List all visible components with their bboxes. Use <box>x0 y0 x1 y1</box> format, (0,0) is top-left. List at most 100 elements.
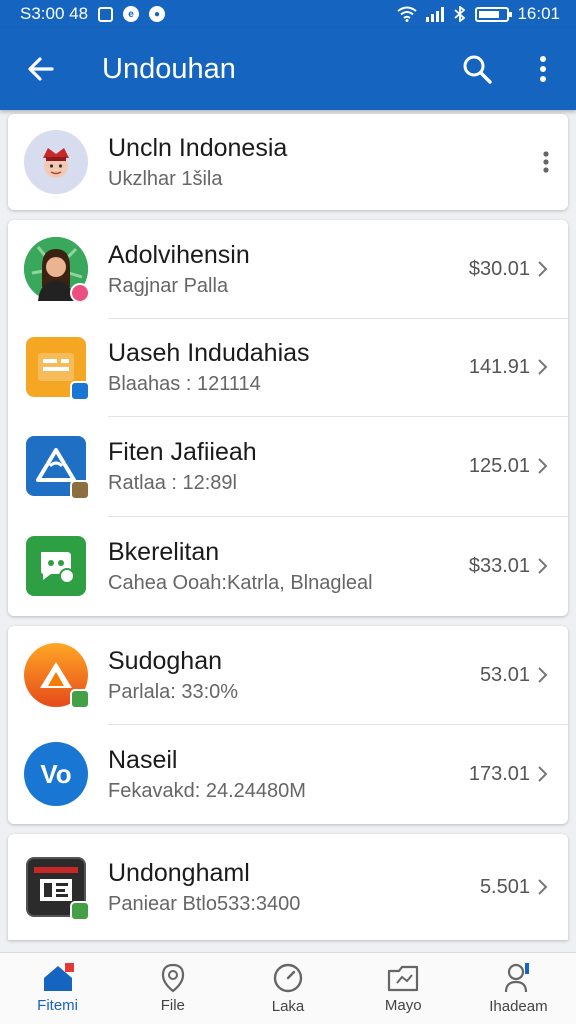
chat-app-icon <box>26 536 86 596</box>
chevron-right-icon <box>538 667 548 683</box>
nav-item-laka[interactable]: Laka <box>230 953 345 1024</box>
wifi-icon <box>397 6 418 22</box>
list-item-value: 5.501 <box>479 875 530 898</box>
blue-badge-icon <box>70 381 90 401</box>
list-item[interactable]: Undonghaml Paniear Btlo533:3400 5.501 <box>8 834 568 940</box>
notification-ring-icon: ● <box>149 6 166 22</box>
list-item-value: $33.01 <box>468 554 530 577</box>
folder-icon <box>388 965 419 992</box>
avatar <box>24 643 90 709</box>
brown-badge-icon <box>70 480 90 500</box>
list-item-title: Undonghaml <box>108 858 250 887</box>
account-text: Uncln Indonesia Ukzlhar 1šila <box>108 134 542 191</box>
nav-label: Mayo <box>384 997 422 1014</box>
list-item-value: 125.01 <box>468 454 530 477</box>
status-left-text: S3:00 48 <box>20 4 89 23</box>
avatar <box>24 237 90 303</box>
status-left: S3:00 48 e ● <box>20 4 166 24</box>
list-item-subtitle: Cahea Ooah:Katrla, Blnagleal <box>108 571 373 594</box>
list-item-value: $30.01 <box>468 257 530 280</box>
list-item-title: Bkerelitan <box>108 537 220 566</box>
list-item-subtitle: Fekavakd: 24.24480M <box>108 779 306 802</box>
avatar <box>24 855 90 921</box>
list-item-text: Fiten Jafiieah Ratlaa : 12:89l <box>108 438 457 495</box>
list-item-title: Sudoghan <box>108 646 223 675</box>
status-time: 16:01 <box>517 4 560 23</box>
list-item-value: 141.91 <box>468 355 530 378</box>
list-item-value: 173.01 <box>468 762 530 785</box>
download-group-1: Adolvihensin Ragjnar Palla $30.01 Uaseh … <box>8 220 568 616</box>
more-options-button[interactable] <box>510 28 576 110</box>
search-button[interactable] <box>444 28 510 110</box>
avatar <box>24 434 90 500</box>
list-item-subtitle: Blaahas : 121114 <box>108 372 261 395</box>
avatar <box>24 534 88 598</box>
clock-icon <box>273 963 303 993</box>
list-item-text: Uaseh Indudahias Blaahas : 121114 <box>108 339 457 396</box>
nav-label: Ihadeam <box>489 998 548 1015</box>
list-item-subtitle: Ratlaa : 12:89l <box>108 471 237 494</box>
list-item-text: Bkerelitan Cahea Ooah:Katrla, Blnagleal <box>108 538 457 595</box>
status-right: 16:01 <box>397 4 560 24</box>
nav-label: Laka <box>271 998 305 1015</box>
list-item[interactable]: Vo Naseil Fekavakd: 24.24480M 173.01 <box>8 724 568 824</box>
list-item-subtitle: Parlala: 33:0% <box>108 680 239 703</box>
chevron-right-icon <box>538 766 548 782</box>
list-item-title: Adolvihensin <box>108 240 250 269</box>
status-bar: S3:00 48 e ● 16:01 <box>0 0 576 28</box>
list-item-subtitle: Ragjnar Palla <box>108 274 229 297</box>
signal-icon <box>426 7 445 22</box>
account-row[interactable]: Uncln Indonesia Ukzlhar 1šila <box>8 114 568 210</box>
pink-badge-icon <box>70 283 90 303</box>
avatar <box>24 335 90 401</box>
home-icon <box>43 963 74 991</box>
nav-label: File <box>160 997 185 1014</box>
person-icon <box>505 963 530 993</box>
list-item[interactable]: Adolvihensin Ragjnar Palla $30.01 <box>8 220 568 318</box>
app-bar: Undouhan <box>0 28 576 110</box>
list-item-title: Naseil <box>108 745 178 774</box>
download-group-3: Undonghaml Paniear Btlo533:3400 5.501 <box>8 834 568 940</box>
chevron-right-icon <box>538 359 548 375</box>
list-item[interactable]: Sudoghan Parlala: 33:0% 53.01 <box>8 626 568 724</box>
list-item-text: Sudoghan Parlala: 33:0% <box>108 647 468 704</box>
green-badge-icon <box>70 689 90 709</box>
nav-item-mayo[interactable]: Mayo <box>346 953 461 1024</box>
account-subtitle: Ukzlhar 1šila <box>108 167 223 190</box>
list-item-title: Fiten Jafiieah <box>108 437 257 466</box>
back-button[interactable] <box>0 28 82 110</box>
avatar <box>24 130 88 194</box>
search-icon <box>463 55 492 84</box>
account-title: Uncln Indonesia <box>108 133 288 162</box>
list-item-text: Adolvihensin Ragjnar Palla <box>108 241 457 298</box>
chevron-right-icon <box>538 558 548 574</box>
bottom-navigation: Fitemi File Laka Mayo Ihadeam <box>0 952 576 1024</box>
list-item-value: 53.01 <box>479 663 530 686</box>
avatar: Vo <box>24 742 88 806</box>
more-vert-icon <box>540 56 546 82</box>
list-item-subtitle: Paniear Btlo533:3400 <box>108 892 301 915</box>
app-bar-actions <box>444 28 576 110</box>
nav-item-ihadeam[interactable]: Ihadeam <box>461 953 576 1024</box>
location-pin-icon <box>161 963 184 993</box>
nav-item-home[interactable]: Fitemi <box>0 953 115 1024</box>
download-group-2: Sudoghan Parlala: 33:0% 53.01 Vo Naseil … <box>8 626 568 824</box>
list-item[interactable]: Bkerelitan Cahea Ooah:Katrla, Blnagleal … <box>8 516 568 616</box>
green-badge-icon <box>70 901 90 921</box>
more-vert-icon[interactable] <box>542 150 550 174</box>
list-item-title: Uaseh Indudahias <box>108 338 310 367</box>
nav-label: Fitemi <box>37 997 79 1014</box>
list-item-text: Naseil Fekavakd: 24.24480M <box>108 746 457 803</box>
download-list: Uncln Indonesia Ukzlhar 1šila Adolvihens… <box>8 114 568 950</box>
list-item[interactable]: Fiten Jafiieah Ratlaa : 12:89l 125.01 <box>8 416 568 516</box>
chevron-right-icon <box>538 879 548 895</box>
account-avatar-icon <box>24 130 88 194</box>
list-item-text: Undonghaml Paniear Btlo533:3400 <box>108 859 468 916</box>
account-card: Uncln Indonesia Ukzlhar 1šila <box>8 114 568 210</box>
page-title: Undouhan <box>102 52 236 85</box>
chevron-right-icon <box>538 458 548 474</box>
chevron-right-icon <box>538 261 548 277</box>
notification-circle-icon: e <box>123 6 140 22</box>
nav-item-file[interactable]: File <box>115 953 230 1024</box>
list-item[interactable]: Uaseh Indudahias Blaahas : 121114 141.91 <box>8 318 568 416</box>
